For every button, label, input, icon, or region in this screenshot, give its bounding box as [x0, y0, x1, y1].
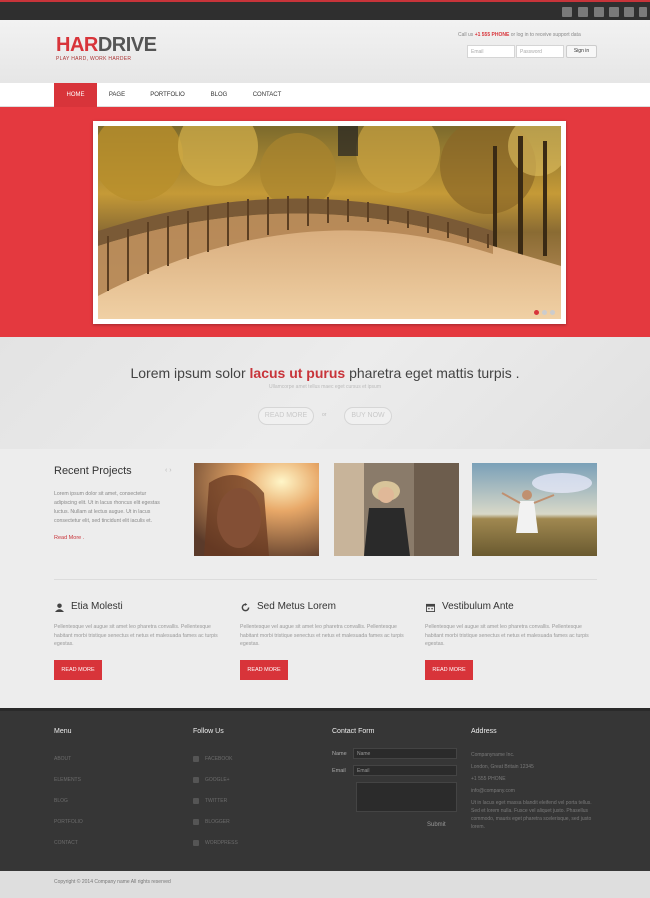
copyright-text: Copyright © 2014 Company name All rights…: [54, 879, 171, 885]
feature-title-3: Vestibulum Ante: [442, 601, 514, 612]
feature-read-more-button-2[interactable]: READ MORE: [240, 660, 288, 680]
nav-item-home[interactable]: HOME: [54, 83, 97, 107]
bridge-illustration: [98, 126, 561, 319]
buy-now-pill-button[interactable]: BUY NOW: [344, 407, 392, 425]
address-company: Companyname Inc.: [471, 752, 515, 758]
footer-menu-contact[interactable]: CONTACT: [54, 840, 78, 846]
logo[interactable]: HARDRIVE: [56, 34, 157, 57]
facebook-icon: [193, 756, 199, 762]
slider-dot-1[interactable]: [534, 310, 539, 315]
footer-menu-about[interactable]: ABOUT: [54, 756, 71, 762]
footer-follow-title: Follow Us: [193, 728, 224, 735]
user-icon: [55, 603, 64, 612]
section-divider: [54, 579, 597, 580]
blogger-icon: [193, 819, 199, 825]
slider-dot-2[interactable]: [542, 310, 547, 315]
headline-highlight: lacus ut purus: [249, 365, 346, 381]
footer-menu-title: Menu: [54, 728, 72, 735]
slide-frame: [93, 121, 566, 324]
header: HARDRIVE PLAY HARD, WORK HARDER Call us …: [0, 20, 650, 83]
address-phone: +1 555 PHONE: [471, 776, 506, 782]
portrait-photo-2: [334, 463, 459, 556]
band-subtext: Ullamcorpe amet tellus maec eget cursus …: [269, 384, 381, 390]
wordpress-icon: [193, 840, 199, 846]
or-separator: or: [322, 412, 327, 418]
band-headline: Lorem ipsum solor lacus ut purus pharetr…: [0, 365, 650, 381]
logo-red-part[interactable]: HAR: [56, 34, 98, 56]
logo-dark-part[interactable]: DRIVE: [98, 34, 157, 56]
top-strip: [0, 0, 650, 20]
follow-wordpress-link[interactable]: WORDPRESS: [205, 840, 238, 846]
nav-item-portfolio[interactable]: PORTFOLIO: [145, 83, 190, 107]
feature-read-more-button-1[interactable]: READ MORE: [54, 660, 102, 680]
carousel-arrows[interactable]: ‹ ›: [165, 467, 172, 474]
recent-projects-title: Recent Projects: [54, 465, 132, 477]
follow-google-link[interactable]: GOOGLE+: [205, 777, 230, 783]
youtube-icon[interactable]: [624, 7, 634, 17]
call-prefix: Call us: [458, 32, 474, 38]
copyright-bar: Copyright © 2014 Company name All rights…: [0, 871, 650, 898]
facebook-icon[interactable]: [594, 7, 604, 17]
address-city: London, Great Britain 12345: [471, 764, 534, 770]
twitter-icon: [193, 798, 199, 804]
contact-message-textarea[interactable]: [356, 782, 457, 812]
email-field[interactable]: Email: [467, 45, 515, 58]
follow-twitter-link[interactable]: TWITTER: [205, 798, 227, 804]
footer: Menu ABOUT ELEMENTS BLOG PORTFOLIO CONTA…: [0, 708, 650, 871]
feature-read-more-button-3[interactable]: READ MORE: [425, 660, 473, 680]
tagline-band: Lorem ipsum solor lacus ut purus pharetr…: [0, 337, 650, 449]
follow-blogger-link[interactable]: BLOGGER: [205, 819, 230, 825]
recent-read-more-link[interactable]: Read More .: [54, 535, 84, 541]
feature-text-1: Pellentesque vel augue sit amet leo phar…: [54, 624, 218, 647]
phone-number: +1 555 PHONE: [474, 32, 510, 38]
contact-email-input[interactable]: Email: [353, 765, 457, 776]
feature-title-2: Sed Metus Lorem: [257, 601, 336, 612]
vimeo-icon[interactable]: [639, 7, 647, 17]
address-text: Ut in lacus eget massa blandit eleifend …: [471, 800, 592, 830]
project-thumb-3[interactable]: [472, 463, 597, 556]
contact-email-label: Email: [332, 768, 346, 774]
address-email[interactable]: info@company.com: [471, 787, 515, 795]
twitter-icon[interactable]: [609, 7, 619, 17]
slider-dot-3[interactable]: [550, 310, 555, 315]
project-thumb-1[interactable]: [194, 463, 319, 556]
read-more-pill-button[interactable]: READ MORE: [258, 407, 314, 425]
recent-projects-text: Lorem ipsum dolor sit amet, consectetur …: [54, 491, 160, 524]
footer-address-title: Address: [471, 728, 497, 735]
nav-item-blog[interactable]: BLOG: [204, 83, 234, 107]
sign-in-button[interactable]: Sign in: [566, 45, 597, 58]
nav-item-contact[interactable]: CONTACT: [248, 83, 286, 107]
slide-image-bridge: [98, 126, 561, 319]
call-us-text: Call us +1 555 PHONE or log in to receiv…: [458, 32, 581, 38]
main-nav: HOME PAGE PORTFOLIO BLOG CONTACT: [0, 83, 650, 107]
feature-title-1: Etia Molesti: [71, 601, 123, 612]
feature-text-3: Pellentesque vel augue sit amet leo phar…: [425, 624, 589, 647]
rss-icon[interactable]: [562, 7, 572, 17]
headline-end: pharetra eget mattis turpis .: [345, 365, 520, 381]
project-thumb-2[interactable]: [334, 463, 459, 556]
footer-contact-title: Contact Form: [332, 728, 375, 735]
headline-start: Lorem ipsum solor: [130, 365, 250, 381]
dribbble-icon[interactable]: [578, 7, 588, 17]
nav-item-page[interactable]: PAGE: [102, 83, 132, 107]
calendar-icon: [426, 603, 435, 612]
portrait-photo-1: [194, 463, 319, 556]
hero-slider: [0, 107, 650, 337]
contact-name-label: Name: [332, 751, 347, 757]
follow-facebook-link[interactable]: FACEBOOK: [205, 756, 233, 762]
feature-text-2: Pellentesque vel augue sit amet leo phar…: [240, 624, 404, 647]
password-field[interactable]: Password: [516, 45, 564, 58]
footer-menu-portfolio[interactable]: PORTFOLIO: [54, 819, 83, 825]
footer-menu-elements[interactable]: ELEMENTS: [54, 777, 81, 783]
contact-submit-button[interactable]: Submit: [427, 822, 446, 828]
call-suffix: or log in to receive support data: [510, 32, 581, 38]
refresh-icon: [241, 603, 250, 612]
contact-name-input[interactable]: Name: [353, 748, 457, 759]
logo-tagline: PLAY HARD, WORK HARDER: [56, 56, 132, 62]
field-photo-3: [472, 463, 597, 556]
footer-menu-blog[interactable]: BLOG: [54, 798, 68, 804]
google-plus-icon: [193, 777, 199, 783]
